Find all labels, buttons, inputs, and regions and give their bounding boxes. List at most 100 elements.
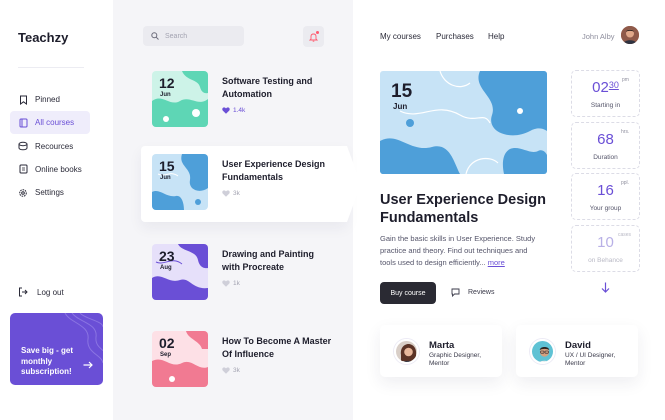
course-date-month: Aug	[160, 265, 172, 271]
nav-link-purchases[interactable]: Purchases	[436, 32, 474, 41]
notification-dot	[316, 31, 319, 34]
sidebar-item-label: Pinned	[35, 95, 60, 104]
mentor-name: David	[565, 340, 591, 351]
heart-icon	[222, 367, 230, 374]
search-input[interactable]: Search	[143, 26, 244, 46]
likes-count: 3k	[233, 190, 240, 197]
sidebar-item-label: Recources	[35, 141, 74, 151]
promo-text: Save big - get monthly subscription!	[21, 346, 74, 376]
course-likes[interactable]: 1k	[222, 280, 240, 287]
course-thumbnail: 23 Aug	[152, 244, 208, 300]
stack-icon	[18, 141, 28, 151]
reviews-label: Reviews	[468, 289, 495, 296]
course-date-day: 23	[159, 248, 175, 264]
sidebar-item-resources[interactable]: Recources	[10, 135, 90, 158]
likes-count: 1.4k	[233, 107, 246, 114]
notifications-button[interactable]	[303, 26, 324, 47]
course-date-day: 12	[159, 75, 175, 91]
course-date-month: Jun	[160, 175, 171, 181]
divider	[18, 67, 84, 68]
stat-group-size: 16 ppl. Your group	[571, 173, 640, 220]
nav-link-my-courses[interactable]: My courses	[380, 32, 421, 41]
logout-label: Log out	[37, 287, 64, 297]
subscription-promo-card[interactable]: Save big - get monthly subscription!	[10, 313, 103, 385]
user-name[interactable]: John Alby	[582, 32, 615, 41]
heart-icon	[222, 280, 230, 287]
heart-icon	[222, 190, 230, 197]
logout-icon	[18, 287, 28, 297]
chat-icon	[451, 288, 460, 297]
course-description: Gain the basic skills in User Experience…	[380, 233, 540, 268]
heart-filled-icon	[222, 107, 230, 114]
user-avatar-image	[621, 26, 639, 44]
search-placeholder: Search	[165, 32, 188, 40]
course-thumbnail: 12 Jun	[152, 71, 208, 127]
featured-date-day: 15	[391, 81, 413, 102]
course-card-selected[interactable]: 15 Jun User Experience Design Fundamenta…	[141, 146, 361, 222]
stat-unit: pm	[622, 77, 629, 83]
course-likes[interactable]: 1.4k	[222, 107, 245, 114]
stat-value-minutes: 30	[608, 80, 619, 90]
sidebar-item-pinned[interactable]: Pinned	[10, 88, 90, 111]
stat-label: on Behance	[588, 256, 623, 264]
sidebar-item-all-courses[interactable]: All courses	[10, 111, 90, 135]
mentor-photo	[532, 341, 553, 362]
course-title: User Experience Design Fundamentals	[222, 159, 326, 182]
mentor-card[interactable]: Marta Graphic Designer, Mentor	[380, 325, 502, 377]
stat-label: Duration	[593, 153, 618, 161]
book-icon	[18, 118, 28, 128]
sidebar-item-settings[interactable]: Settings	[10, 181, 90, 204]
course-likes[interactable]: 3k	[222, 190, 240, 197]
mentor-role: UX / UI Designer, Mentor	[565, 352, 616, 367]
reviews-button[interactable]: Reviews	[451, 288, 494, 297]
sidebar-item-label: Online books	[35, 164, 82, 174]
mentor-name: Marta	[429, 340, 455, 351]
likes-count: 1k	[233, 280, 240, 287]
description-text: Gain the basic skills in User Experience…	[380, 234, 536, 267]
mentor-role: Graphic Designer, Mentor	[429, 352, 482, 367]
course-card[interactable]: 12 Jun Software Testing and Automation 1…	[141, 63, 331, 139]
stat-unit: cases	[618, 231, 632, 238]
read-more-link[interactable]: more	[488, 258, 505, 267]
stat-label: Starting in	[590, 102, 621, 109]
stat-unit: ppl.	[621, 180, 630, 186]
stat-label: Your group	[589, 205, 622, 212]
course-date-day: 15	[159, 158, 175, 174]
nav-link-help[interactable]: Help	[488, 32, 504, 41]
avatar	[530, 339, 555, 364]
sidebar: Teachzy Pinned All courses Recources Onl…	[0, 0, 113, 420]
sidebar-nav: Pinned All courses Recources Online book…	[10, 88, 90, 204]
gear-icon	[18, 188, 28, 198]
course-card[interactable]: 02 Sep How To Become A Master Of Influen…	[141, 323, 331, 399]
course-date-month: Jun	[160, 92, 171, 98]
app-logo[interactable]: Teachzy	[18, 30, 68, 45]
featured-course-image: 15 Jun	[380, 71, 547, 174]
search-icon	[151, 32, 159, 40]
stat-start-time: 0230 pm Starting in	[571, 70, 640, 117]
arrow-down-icon[interactable]	[601, 282, 610, 293]
course-thumbnail: 02 Sep	[152, 331, 208, 387]
course-title-heading: User Experience Design Fundamentals	[380, 192, 547, 226]
sidebar-item-online-books[interactable]: Online books	[10, 158, 90, 181]
avatar	[394, 339, 419, 364]
buy-course-button[interactable]: Buy course	[380, 282, 436, 304]
course-date-day: 02	[159, 335, 175, 351]
course-likes[interactable]: 3k	[222, 367, 240, 374]
course-title: How To Become A Master Of Influence	[222, 336, 332, 359]
course-title: Software Testing and Automation	[222, 76, 313, 99]
arrow-right-icon	[83, 356, 93, 374]
course-date-month: Sep	[160, 352, 172, 358]
mentor-photo	[396, 341, 417, 362]
bookmark-icon	[18, 95, 28, 105]
mentor-card[interactable]: David UX / UI Designer, Mentor	[516, 325, 638, 377]
course-thumbnail: 15 Jun	[152, 154, 208, 210]
avatar[interactable]	[621, 26, 639, 44]
sidebar-item-label: Settings	[35, 188, 64, 198]
stat-unit: hrs.	[621, 128, 630, 135]
logout-button[interactable]: Log out	[18, 287, 64, 297]
tablet-icon	[18, 164, 28, 174]
stat-behance-cases: 10 cases on Behance	[571, 224, 640, 272]
course-stats: 0230 pm Starting in 68 hrs. Duration 16 …	[571, 70, 640, 276]
course-card[interactable]: 23 Aug Drawing and Painting with Procrea…	[141, 236, 331, 312]
sidebar-item-label: All courses	[35, 118, 75, 128]
